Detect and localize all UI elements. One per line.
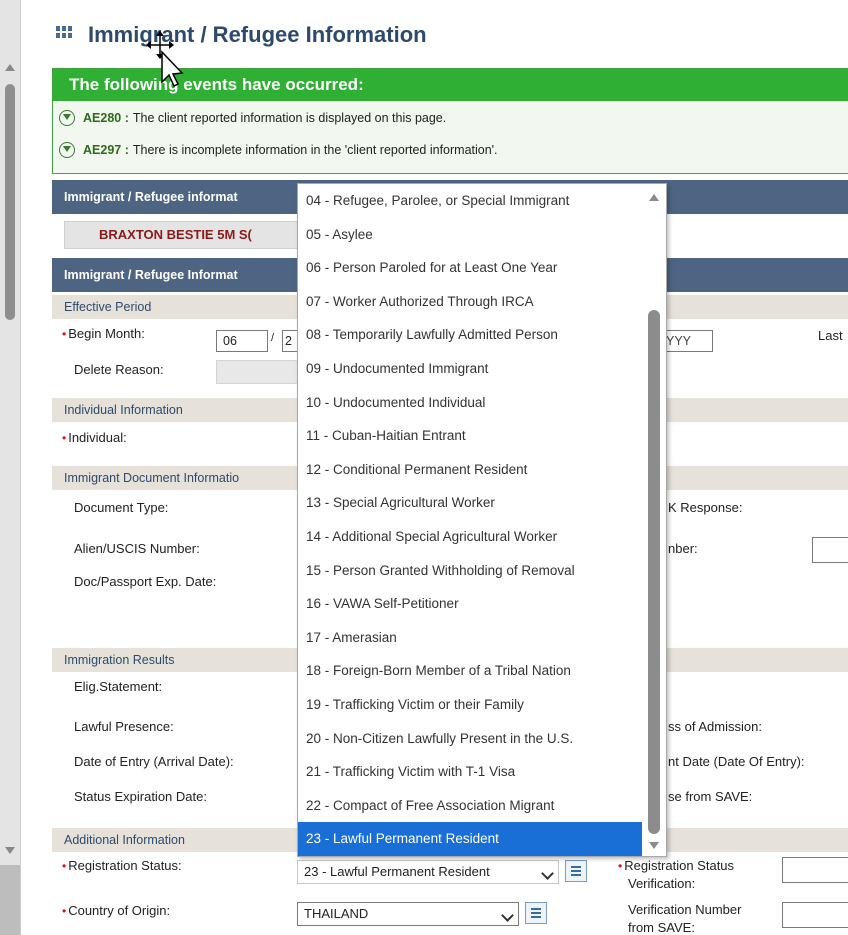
dropdown-option[interactable]: 06 - Person Paroled for at Least One Yea… bbox=[298, 251, 642, 285]
dropdown-option[interactable]: 10 - Undocumented Individual bbox=[298, 386, 642, 420]
response-label: K Response: bbox=[668, 500, 743, 515]
scroll-up-arrow-icon[interactable] bbox=[5, 64, 15, 71]
dropdown-option[interactable]: 07 - Worker Authorized Through IRCA bbox=[298, 285, 642, 319]
chevron-down-icon bbox=[501, 909, 514, 922]
dropdown-option[interactable]: 14 - Additional Special Agricultural Wor… bbox=[298, 520, 642, 554]
class-of-admission-label: ss of Admission: bbox=[668, 719, 762, 734]
number-label: nber: bbox=[668, 541, 698, 556]
response-from-save-label: se from SAVE: bbox=[668, 789, 753, 804]
dropdown-option[interactable]: 08 - Temporarily Lawfully Admitted Perso… bbox=[298, 318, 642, 352]
country-of-origin-select[interactable]: THAILAND bbox=[297, 902, 519, 926]
scrollbar-thumb[interactable] bbox=[5, 84, 15, 320]
client-name-tab[interactable]: BRAXTON BESTIE 5M S( bbox=[64, 221, 304, 249]
end-year-input[interactable]: YYY bbox=[663, 330, 713, 352]
dropdown-option[interactable]: 17 - Amerasian bbox=[298, 621, 642, 655]
chevron-down-icon bbox=[541, 867, 554, 880]
dropdown-option[interactable]: 16 - VAWA Self-Petitioner bbox=[298, 587, 642, 621]
registration-status-select[interactable]: 23 - Lawful Permanent Resident bbox=[297, 860, 559, 884]
expand-icon[interactable] bbox=[59, 141, 75, 158]
status-expiration-label: Status Expiration Date: bbox=[74, 789, 207, 804]
dropdown-option[interactable]: 05 - Asylee bbox=[298, 218, 642, 252]
date-separator: / bbox=[271, 332, 275, 344]
event-row: AE280 : The client reported information i… bbox=[59, 107, 446, 129]
country-value: THAILAND bbox=[304, 906, 369, 921]
dropdown-option[interactable]: 04 - Refugee, Parolee, or Special Immigr… bbox=[298, 184, 642, 218]
delete-reason-label: Delete Reason: bbox=[74, 362, 164, 377]
delete-reason-select[interactable] bbox=[216, 360, 298, 384]
document-type-label: Document Type: bbox=[74, 500, 169, 515]
begin-month-label: • Begin Month: bbox=[62, 326, 145, 341]
verification-number-label: Verification Number bbox=[628, 902, 742, 917]
dropdown-option[interactable]: 15 - Person Granted Withholding of Remov… bbox=[298, 554, 642, 588]
event-row: AE297 : There is incomplete information i… bbox=[59, 139, 498, 161]
doc-exp-date-label: Doc/Passport Exp. Date: bbox=[74, 574, 217, 589]
scroll-down-arrow-icon[interactable] bbox=[649, 842, 659, 849]
reg-verification-input[interactable] bbox=[782, 857, 848, 883]
dropdown-scrollbar[interactable] bbox=[644, 184, 664, 856]
dropdown-option[interactable]: 20 - Non-Citizen Lawfully Present in the… bbox=[298, 722, 642, 756]
date-of-entry-right-label: nt Date (Date Of Entry): bbox=[668, 754, 805, 769]
begin-month-input[interactable]: 06 bbox=[216, 330, 268, 352]
country-of-origin-label: • Country of Origin: bbox=[62, 903, 171, 918]
dropdown-option[interactable]: 11 - Cuban-Haitian Entrant bbox=[298, 419, 642, 453]
elig-statement-label: Elig.Statement: bbox=[74, 679, 163, 694]
individual-label: • Individual: bbox=[62, 430, 127, 445]
dropdown-option[interactable]: 13 - Special Agricultural Worker bbox=[298, 486, 642, 520]
reg-verification-label-2: Verification: bbox=[628, 876, 696, 891]
dropdown-scrollbar-thumb[interactable] bbox=[648, 310, 660, 834]
registration-status-dropdown[interactable]: 04 - Refugee, Parolee, or Special Immigr… bbox=[297, 183, 667, 857]
registration-status-value: 23 - Lawful Permanent Resident bbox=[304, 864, 490, 879]
reg-verification-label: • Registration Status bbox=[618, 858, 735, 873]
verification-number-input[interactable] bbox=[782, 902, 848, 928]
verification-number-label-2: from SAVE: bbox=[628, 920, 695, 935]
dropdown-option[interactable]: 09 - Undocumented Immigrant bbox=[298, 352, 642, 386]
dropdown-option[interactable]: 19 - Trafficking Victim or their Family bbox=[298, 688, 642, 722]
dropdown-option[interactable]: 23 - Lawful Permanent Resident bbox=[298, 822, 642, 856]
dropdown-option[interactable]: 12 - Conditional Permanent Resident bbox=[298, 453, 642, 487]
event-code: AE297 : bbox=[83, 143, 129, 157]
list-icon[interactable] bbox=[565, 860, 587, 882]
dropdown-option[interactable]: 18 - Foreign-Born Member of a Tribal Nat… bbox=[298, 654, 642, 688]
page-title: Immigrant / Refugee Information bbox=[88, 22, 427, 47]
grid-icon bbox=[56, 26, 74, 40]
registration-status-label: • Registration Status: bbox=[62, 858, 182, 873]
scroll-up-arrow-icon[interactable] bbox=[649, 194, 659, 201]
move-cursor-icon bbox=[146, 31, 184, 88]
scroll-down-arrow-icon[interactable] bbox=[5, 847, 15, 854]
date-of-entry-label: Date of Entry (Arrival Date): bbox=[74, 754, 234, 769]
event-code: AE280 : bbox=[83, 111, 129, 125]
dropdown-option[interactable]: 22 - Compact of Free Association Migrant bbox=[298, 789, 642, 823]
lawful-presence-label: Lawful Presence: bbox=[74, 719, 174, 734]
number-input[interactable] bbox=[812, 537, 848, 563]
scrollbar-track-lower bbox=[0, 865, 20, 935]
last-label: Last bbox=[818, 328, 843, 343]
event-text: The client reported information is displ… bbox=[132, 111, 447, 125]
page-scrollbar[interactable] bbox=[0, 0, 21, 935]
list-icon[interactable] bbox=[525, 902, 547, 924]
expand-icon[interactable] bbox=[59, 109, 75, 126]
begin-year-input[interactable]: 2 bbox=[282, 330, 298, 352]
dropdown-option[interactable]: 21 - Trafficking Victim with T-1 Visa bbox=[298, 755, 642, 789]
event-text: There is incomplete information in the '… bbox=[132, 143, 498, 157]
alien-number-label: Alien/USCIS Number: bbox=[74, 541, 200, 556]
